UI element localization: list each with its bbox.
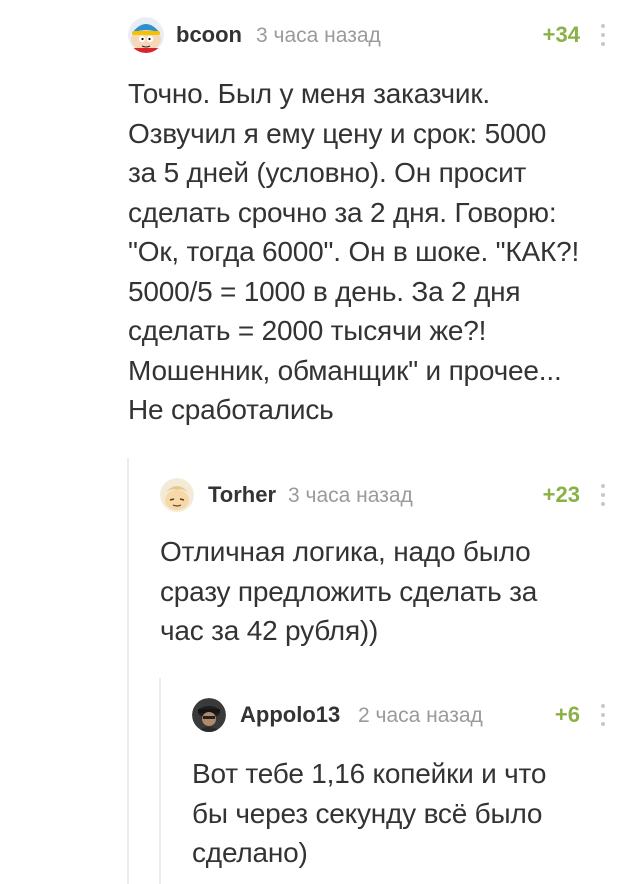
thread-line-level-1 [127,458,129,884]
username[interactable]: Appolo13 [240,702,340,728]
comment-bcoon: bcoon 3 часа назад +34 Точно. Был у меня… [128,14,618,430]
comment-header: Torher 3 часа назад +23 [160,474,618,514]
comment-time: 3 часа назад [288,484,413,507]
username[interactable]: Torher [208,482,276,508]
thread-line-level-2 [159,678,161,884]
photo-avatar[interactable] [192,698,226,732]
comment-appolo13: Appolo13 2 часа назад +6 Вот тебе 1,16 к… [192,694,618,873]
rating-value: +34 [542,22,580,47]
comment-time: 2 часа назад [358,704,483,727]
comment-torher: Torher 3 часа назад +23 Отличная логика,… [160,474,618,651]
cartoon-face-avatar[interactable] [160,478,194,512]
cartman-avatar[interactable] [128,17,164,53]
comment-header: Appolo13 2 часа назад +6 [192,694,618,734]
comment-header: bcoon 3 часа назад +34 [128,14,618,54]
rating-value: +6 [554,702,580,727]
more-options-icon[interactable] [600,24,606,46]
comment-time: 3 часа назад [256,24,381,47]
more-options-icon[interactable] [600,484,606,506]
rating-value: +23 [542,482,580,507]
username[interactable]: bcoon [176,22,242,48]
more-options-icon[interactable] [600,704,606,726]
comment-text: Вот тебе 1,16 копейки и что бы через сек… [192,758,547,868]
comment-text: Отличная логика, надо было сразу предлож… [160,536,538,646]
comment-text: Точно. Был у меня заказчик. Озвучил я ем… [128,78,580,425]
